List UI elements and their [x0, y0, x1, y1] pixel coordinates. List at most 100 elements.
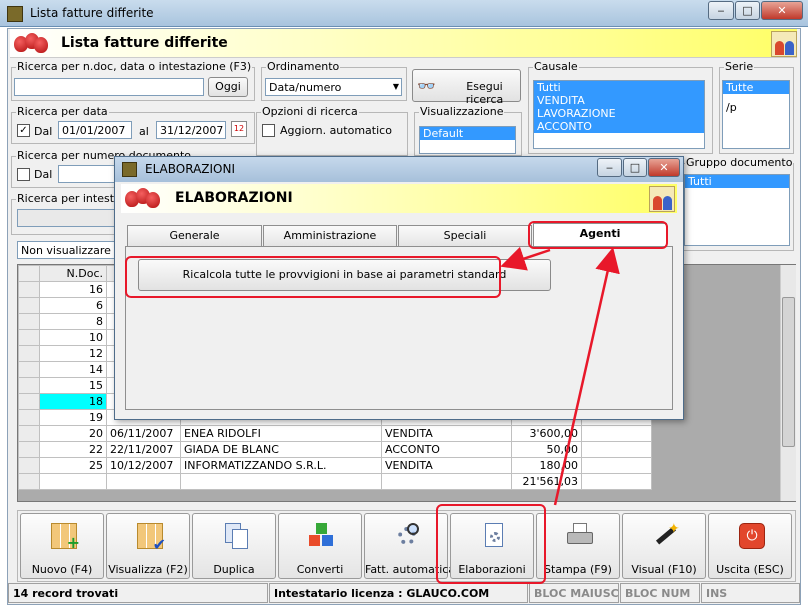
uscita-button[interactable]: ⏻ Uscita (ESC)	[708, 513, 792, 579]
cell-amount: 50,00	[511, 441, 582, 458]
tab-speciali[interactable]: Speciali	[398, 225, 532, 246]
power-icon: ⏻	[739, 523, 765, 549]
converti-label: Converti	[296, 563, 344, 576]
cell-extra	[581, 425, 652, 442]
page-title: Lista fatture differite	[61, 35, 228, 51]
dialog-banner: ELABORAZIONI	[121, 184, 677, 213]
serie-item[interactable]: Tutte	[723, 81, 789, 94]
cell-ndoc: 6	[39, 297, 107, 314]
aggiorn-checkbox[interactable]	[262, 124, 275, 137]
calendar-icon[interactable]: 12	[231, 121, 247, 137]
col-header-ndoc[interactable]: N.Doc.	[39, 265, 107, 282]
duplicate-icon	[223, 523, 249, 549]
gruppo-list[interactable]: Tutti	[684, 174, 790, 246]
nuovo-button[interactable]: + Nuovo (F4)	[20, 513, 104, 579]
duplica-button[interactable]: Duplica	[192, 513, 276, 579]
visualizza-button[interactable]: ✔ Visualizza (F2)	[106, 513, 190, 579]
status-num: BLOC NUM	[620, 583, 700, 603]
dialog-titlebar: ELABORAZIONI ‒ □ ✕	[115, 157, 683, 182]
scrollbar-thumb[interactable]	[782, 297, 795, 447]
cell-name: INFORMATIZZANDO S.R.L.	[180, 457, 382, 474]
search-label: Ricerca per n.doc, data o intestazione (…	[16, 60, 253, 73]
cell-extra	[581, 473, 652, 490]
table-row[interactable]: 22 22/11/2007 GIADA DE BLANC ACCONTO 50,00	[18, 441, 652, 458]
esegui-ricerca-button[interactable]: 👓 Esegui ricerca	[412, 69, 521, 106]
causale-item[interactable]: ACCONTO	[534, 120, 704, 133]
causale-item[interactable]: Tutti	[534, 81, 704, 94]
dialog-close-button[interactable]: ✕	[648, 158, 680, 177]
row-indicator	[18, 361, 40, 378]
chevron-down-icon: ▼	[392, 82, 399, 91]
cell-name	[180, 473, 382, 490]
opzioni-label: Opzioni di ricerca	[261, 105, 359, 118]
table-row[interactable]: 21'561,03	[18, 473, 652, 490]
tab-generale[interactable]: Generale	[127, 225, 262, 246]
cell-amount: 3'600,00	[511, 425, 582, 442]
filter-select[interactable]: Non visualizzare de	[17, 241, 117, 259]
al-date-input[interactable]: 31/12/2007	[156, 121, 226, 139]
dialog-minimize-button[interactable]: ‒	[597, 158, 622, 177]
grid-corner	[18, 265, 40, 282]
convert-icon	[309, 523, 335, 549]
row-indicator	[18, 297, 40, 314]
cell-ndoc: 22	[39, 441, 107, 458]
cell-ndoc: 14	[39, 361, 107, 378]
visualizzazione-label: Visualizzazione	[419, 105, 505, 118]
binoculars-icon: 👓	[417, 77, 436, 95]
causale-item[interactable]: LAVORAZIONE	[534, 107, 704, 120]
oggi-button[interactable]: Oggi	[208, 77, 248, 97]
cell-ndoc: 15	[39, 377, 107, 394]
ordinamento-select[interactable]: Data/numero ▼	[265, 78, 402, 96]
grid-scrollbar[interactable]	[780, 265, 796, 501]
dialog-maximize-button[interactable]: □	[623, 158, 647, 177]
esegui-ricerca-label: Esegui ricerca	[465, 80, 504, 106]
intestatario-input[interactable]	[17, 209, 117, 227]
status-licenza: Intestatario licenza : GLAUCO.COM	[269, 583, 528, 603]
causale-list[interactable]: Tutti VENDITA LAVORAZIONE ACCONTO	[533, 80, 705, 149]
search-input[interactable]	[14, 78, 204, 96]
visualizza-label: Visualizza (F2)	[108, 563, 188, 576]
visualizzazione-item[interactable]: Default	[420, 127, 515, 140]
cell-extra	[581, 441, 652, 458]
cell-ndoc: 18	[39, 393, 107, 410]
annotation-box-ricalcola	[125, 256, 501, 298]
status-maiusc: BLOC MAIUSC	[529, 583, 619, 603]
row-indicator	[18, 329, 40, 346]
minimize-button[interactable]: ‒	[708, 1, 734, 20]
annotation-box-agenti	[528, 221, 668, 249]
cell-ndoc: 16	[39, 281, 107, 298]
row-indicator	[18, 457, 40, 474]
users-icon[interactable]	[649, 186, 675, 212]
visualizzazione-list[interactable]: Default	[419, 126, 516, 154]
visual-button[interactable]: ✦ Visual (F10)	[622, 513, 706, 579]
row-indicator	[18, 313, 40, 330]
cell-causale: VENDITA	[381, 425, 512, 442]
cell-name: GIADA DE BLANC	[180, 441, 382, 458]
cell-causale	[381, 473, 512, 490]
causale-item[interactable]: VENDITA	[534, 94, 704, 107]
nuovo-label: Nuovo (F4)	[31, 563, 93, 576]
dal-date-input[interactable]: 01/01/2007	[58, 121, 132, 139]
app-icon	[7, 6, 23, 22]
close-button[interactable]: ✕	[761, 1, 803, 20]
window-title: Lista fatture differite	[30, 6, 154, 20]
row-indicator	[18, 393, 40, 410]
table-row[interactable]: 20 06/11/2007 ENEA RIDOLFI VENDITA 3'600,00	[18, 425, 652, 442]
serie-list[interactable]: Tutte /p	[722, 80, 790, 149]
cell-extra	[581, 457, 652, 474]
converti-button[interactable]: Converti	[278, 513, 362, 579]
dialog-title: ELABORAZIONI	[145, 162, 235, 176]
serie-item[interactable]: /p	[723, 101, 789, 114]
numero-dal-checkbox[interactable]	[17, 168, 30, 181]
gruppo-item[interactable]: Tutti	[685, 175, 789, 188]
strawberry-icon	[125, 188, 161, 208]
table-row[interactable]: 25 10/12/2007 INFORMATIZZANDO S.R.L. VENDIT…	[18, 457, 652, 474]
dialog-header-title: ELABORAZIONI	[175, 190, 293, 206]
tab-amministrazione[interactable]: Amministrazione	[263, 225, 397, 246]
numero-dal-input[interactable]	[58, 165, 118, 183]
cell-date: 10/12/2007	[106, 457, 181, 474]
maximize-button[interactable]: □	[735, 1, 760, 20]
stampa-button[interactable]: Stampa (F9)	[536, 513, 620, 579]
users-icon[interactable]	[771, 31, 797, 57]
dal-checkbox[interactable]: ✓	[17, 124, 30, 137]
